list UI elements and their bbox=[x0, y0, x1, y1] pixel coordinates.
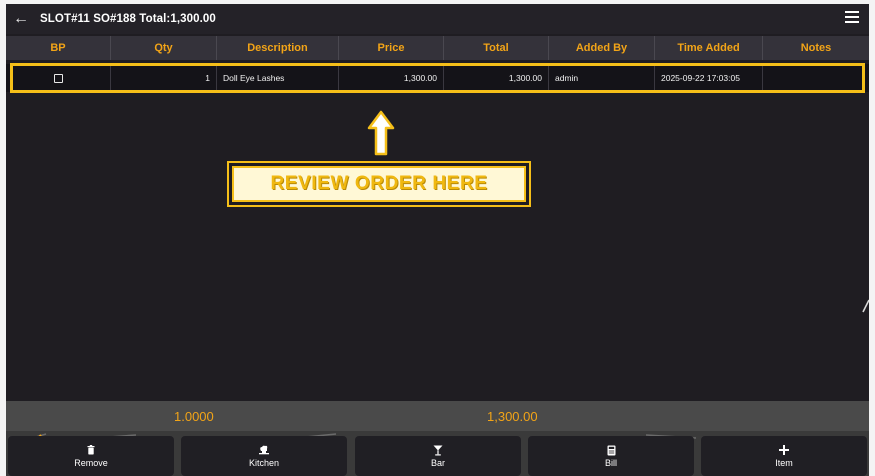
review-order-callout: REVIEW ORDER HERE bbox=[227, 161, 531, 207]
bill-button[interactable]: Bill bbox=[528, 436, 694, 476]
remove-button[interactable]: Remove bbox=[8, 436, 174, 476]
cocktail-glass-icon bbox=[433, 444, 443, 456]
column-header-bp[interactable]: BP bbox=[6, 36, 111, 60]
cell-description: Doll Eye Lashes bbox=[217, 64, 339, 92]
title-bar: ← SLOT#11 SO#188 Total:1,300.00 bbox=[6, 4, 869, 34]
remove-label: Remove bbox=[74, 458, 108, 468]
cell-time-added: 2025-09-22 17:03:05 bbox=[655, 64, 763, 92]
table-header: BP Qty Description Price Total Added By … bbox=[6, 36, 869, 60]
cell-price: 1,300.00 bbox=[339, 64, 444, 92]
cell-total: 1,300.00 bbox=[444, 64, 549, 92]
pencil-icon[interactable] bbox=[857, 296, 869, 318]
cell-qty: 1 bbox=[111, 64, 217, 92]
column-header-total[interactable]: Total bbox=[444, 36, 549, 60]
bp-checkbox[interactable] bbox=[54, 73, 63, 83]
kitchen-button[interactable]: Kitchen bbox=[181, 436, 347, 476]
back-arrow-icon: ← bbox=[13, 10, 29, 27]
totals-bar: 1.0000 1,300.00 bbox=[6, 401, 869, 431]
column-header-price[interactable]: Price bbox=[339, 36, 444, 60]
back-button[interactable]: ← bbox=[6, 4, 36, 34]
page-title: SLOT#11 SO#188 Total:1,300.00 bbox=[40, 13, 216, 25]
column-header-time-added[interactable]: Time Added bbox=[655, 36, 763, 60]
plus-icon bbox=[779, 444, 789, 456]
hamburger-menu-icon[interactable] bbox=[845, 11, 859, 25]
order-screen: ← SLOT#11 SO#188 Total:1,300.00 BP Qty D… bbox=[6, 4, 869, 476]
cell-bp bbox=[6, 64, 111, 92]
column-header-description[interactable]: Description bbox=[217, 36, 339, 60]
cell-added-by: admin bbox=[549, 64, 655, 92]
callout-label: REVIEW ORDER HERE bbox=[232, 166, 526, 202]
trash-icon bbox=[87, 444, 95, 456]
calculator-icon bbox=[607, 444, 616, 456]
item-label: Item bbox=[775, 458, 793, 468]
action-bar: Remove Kitchen Bar Bill Item bbox=[6, 431, 869, 476]
chef-icon bbox=[258, 444, 270, 456]
up-arrow-icon bbox=[367, 110, 395, 156]
column-header-qty[interactable]: Qty bbox=[111, 36, 217, 60]
bar-label: Bar bbox=[430, 458, 445, 468]
total-quantity: 1.0000 bbox=[174, 408, 214, 424]
total-amount: 1,300.00 bbox=[487, 408, 538, 424]
column-header-notes[interactable]: Notes bbox=[763, 36, 869, 60]
table-row[interactable]: 1 Doll Eye Lashes 1,300.00 1,300.00 admi… bbox=[6, 64, 869, 92]
bill-label: Bill bbox=[604, 458, 617, 468]
bar-button[interactable]: Bar bbox=[355, 436, 521, 476]
add-item-button[interactable]: Item bbox=[701, 436, 867, 476]
column-header-added-by[interactable]: Added By bbox=[549, 36, 655, 60]
kitchen-label: Kitchen bbox=[248, 458, 280, 468]
cell-notes bbox=[763, 64, 869, 92]
